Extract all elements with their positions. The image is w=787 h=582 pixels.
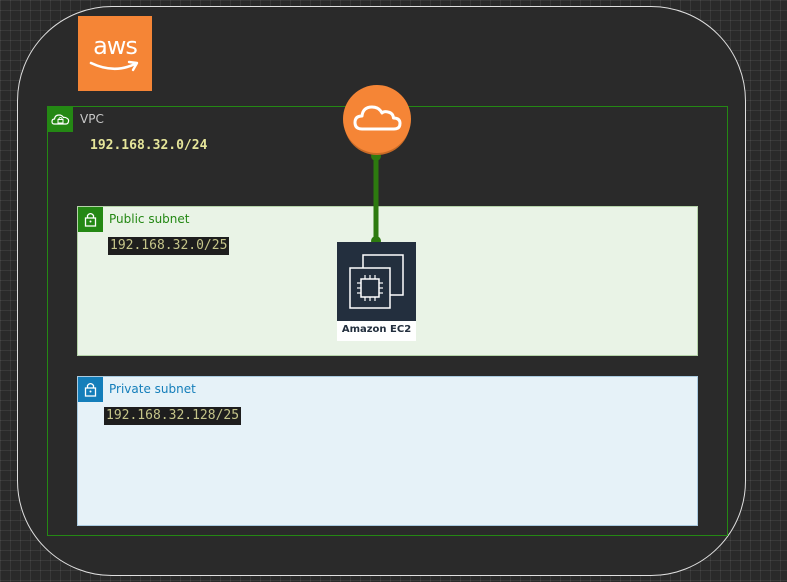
internet-gateway-icon xyxy=(342,85,412,155)
ec2-instance: Amazon EC2 xyxy=(337,242,416,341)
ec2-label: Amazon EC2 xyxy=(341,324,412,335)
ec2-chip-icon xyxy=(337,242,416,321)
